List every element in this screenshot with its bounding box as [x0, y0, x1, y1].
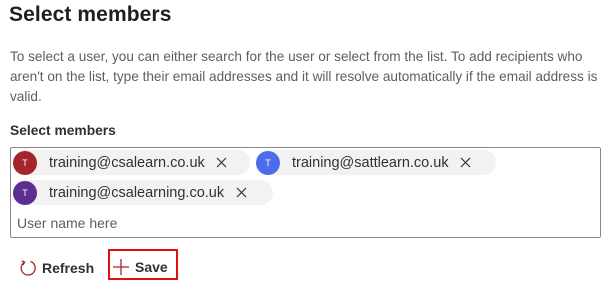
avatar: T [13, 180, 37, 205]
close-icon[interactable] [213, 154, 231, 172]
select-members-panel: Select members To select a user, you can… [0, 0, 607, 290]
user-name-input[interactable] [17, 213, 577, 233]
avatar: T [13, 150, 37, 175]
instructions-text: To select a user, you can either search … [10, 49, 598, 104]
close-icon[interactable] [457, 154, 475, 172]
member-chip-email: training@csalearn.co.uk [49, 154, 205, 171]
save-highlight-box [108, 249, 178, 280]
close-icon[interactable] [232, 184, 250, 202]
members-picker[interactable]: T training@csalearn.co.uk T training@sat… [10, 147, 601, 238]
avatar: T [256, 150, 280, 175]
member-chip: T training@csalearn.co.uk [13, 150, 250, 175]
member-chip-email: training@sattlearn.co.uk [292, 154, 449, 171]
refresh-label: Refresh [42, 260, 95, 276]
page-title: Select members [9, 3, 172, 26]
refresh-button[interactable]: Refresh [18, 254, 94, 282]
member-chip: T training@csalearning.co.uk [13, 180, 273, 205]
member-chip: T training@sattlearn.co.uk [256, 150, 496, 175]
select-members-label: Select members [10, 123, 116, 138]
member-chip-email: training@csalearning.co.uk [49, 184, 225, 201]
refresh-icon [18, 258, 38, 278]
